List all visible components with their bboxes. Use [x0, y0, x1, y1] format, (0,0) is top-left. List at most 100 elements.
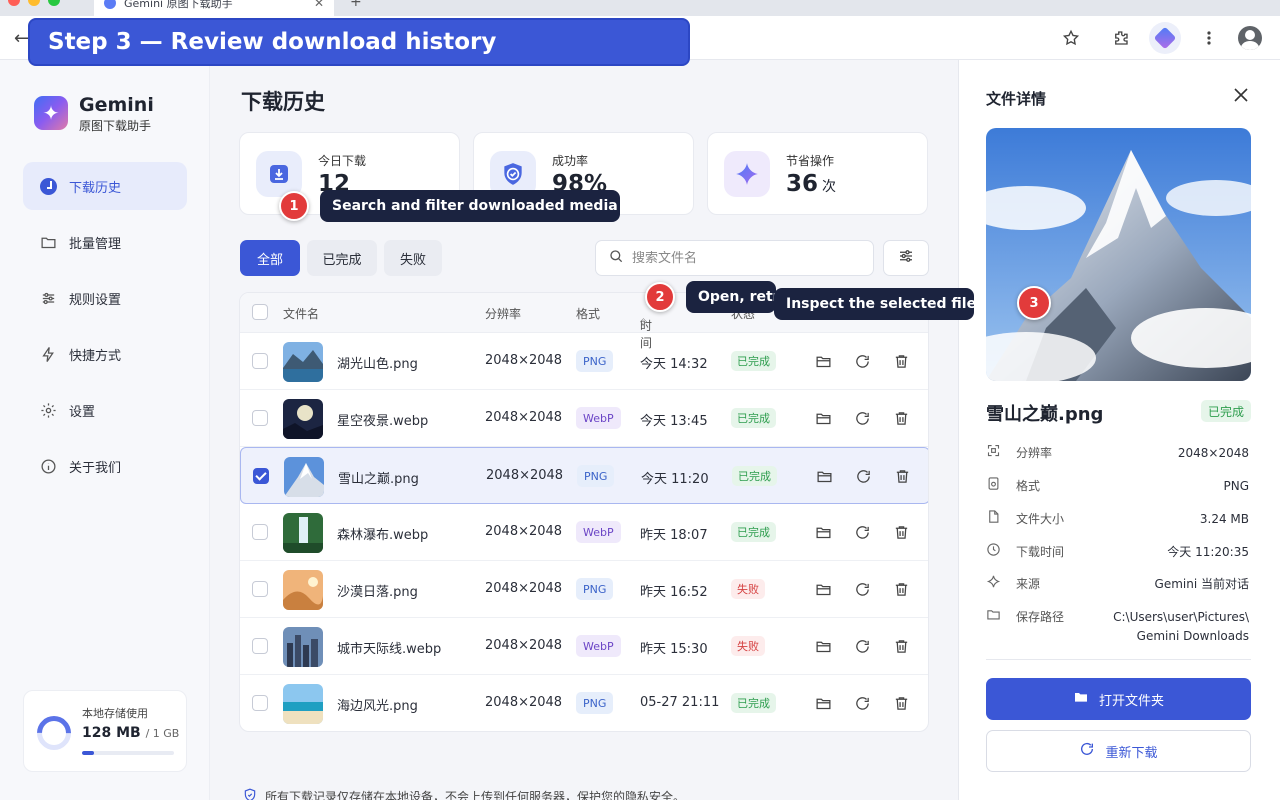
close-icon[interactable]	[1231, 86, 1251, 106]
row-checkbox[interactable]	[252, 353, 268, 369]
open-folder-icon[interactable]	[813, 579, 833, 599]
sidebar-item-download-history[interactable]: 下载历史	[23, 162, 187, 210]
lightning-icon	[39, 345, 57, 363]
status-badge: 已完成	[731, 693, 776, 713]
retry-icon[interactable]	[853, 466, 873, 486]
delete-icon[interactable]	[891, 408, 911, 428]
delete-icon[interactable]	[891, 636, 911, 656]
select-all-checkbox[interactable]	[252, 304, 268, 320]
redownload-button[interactable]: 重新下载	[986, 730, 1251, 772]
table-row[interactable]: 雪山之巅.png 2048×2048 PNG 今天 11:20 已完成	[240, 447, 928, 504]
metadata-label: 来源	[1016, 577, 1041, 591]
file-name[interactable]: 森林瀑布.webp	[337, 524, 428, 543]
browser-tab[interactable]: Gemini 原图下载助手 ✕	[94, 0, 334, 16]
filter-all-button[interactable]: 全部	[240, 240, 300, 276]
back-arrow-icon[interactable]: ←	[14, 28, 29, 49]
sidebar-item-batch-manage[interactable]: 批量管理	[23, 218, 187, 266]
retry-icon[interactable]	[852, 636, 872, 656]
extensions-puzzle-icon[interactable]	[1109, 26, 1133, 50]
table-row[interactable]: 星空夜景.webp 2048×2048 WebP 今天 13:45 已完成	[240, 390, 928, 447]
sidebar-item-label: 下载历史	[69, 180, 122, 196]
delete-icon[interactable]	[891, 351, 911, 371]
browser-menu-icon[interactable]	[1197, 26, 1221, 50]
file-name[interactable]: 湖光山色.png	[337, 353, 418, 372]
metadata-label: 文件大小	[1016, 512, 1065, 526]
file-name[interactable]: 雪山之巅.png	[338, 468, 419, 487]
window-close-dot[interactable]	[8, 0, 20, 6]
filter-failed-button[interactable]: 失败	[384, 240, 442, 276]
window-minimize-dot[interactable]	[28, 0, 40, 6]
open-folder-icon[interactable]	[813, 351, 833, 371]
sidebar-item-about[interactable]: 关于我们	[23, 442, 187, 490]
gemini-extension-icon[interactable]	[1149, 22, 1181, 54]
app-name: Gemini	[79, 94, 154, 116]
sidebar-item-rules[interactable]: 规则设置	[23, 274, 187, 322]
storage-bar-fill	[82, 751, 94, 755]
open-folder-icon[interactable]	[813, 693, 833, 713]
info-icon	[39, 457, 57, 475]
stat-card-saved-actions: 节省操作 36 次	[707, 132, 928, 215]
redownload-label: 重新下载	[1105, 745, 1158, 761]
new-tab-button[interactable]: +	[350, 0, 362, 10]
page-title: 下载历史	[241, 90, 325, 114]
bookmark-star-icon[interactable]	[1059, 26, 1083, 50]
search-input[interactable]	[632, 250, 852, 266]
sort-icon[interactable]: ◇	[640, 317, 647, 327]
retry-icon[interactable]	[852, 693, 872, 713]
metadata-label: 保存路径	[1016, 610, 1065, 624]
format-badge: WebP	[576, 407, 621, 429]
delete-icon[interactable]	[891, 693, 911, 713]
row-checkbox[interactable]	[252, 524, 268, 540]
sidebar-item-settings[interactable]: 设置	[23, 386, 187, 434]
metadata-value[interactable]: C:\Users\user\Pictures\ Gemini Downloads	[1089, 608, 1249, 646]
file-name[interactable]: 海边风光.png	[337, 695, 418, 714]
filter-settings-button[interactable]	[883, 240, 929, 276]
callout-number-1: 1	[279, 191, 309, 221]
table-row[interactable]: 沙漠日落.png 2048×2048 PNG 昨天 16:52 失败	[240, 561, 928, 618]
delete-icon[interactable]	[891, 522, 911, 542]
tab-title: Gemini 原图下载助手	[124, 0, 233, 10]
open-folder-icon[interactable]	[813, 522, 833, 542]
clock-icon	[39, 177, 57, 195]
retry-icon[interactable]	[852, 351, 872, 371]
retry-icon[interactable]	[852, 522, 872, 542]
retry-icon[interactable]	[852, 408, 872, 428]
row-checkbox[interactable]	[253, 468, 269, 484]
filter-completed-button[interactable]: 已完成	[307, 240, 377, 276]
callout-tooltip-2: Open, retry, or delete files	[686, 281, 776, 313]
sidebar-item-label: 批量管理	[69, 236, 122, 252]
app-subtitle: 原图下载助手	[79, 119, 152, 133]
row-checkbox[interactable]	[252, 410, 268, 426]
open-folder-icon[interactable]	[813, 408, 833, 428]
download-time: 昨天 16:52	[640, 585, 708, 600]
table-row[interactable]: 海边风光.png 2048×2048 PNG 05-27 21:11 已完成	[240, 675, 928, 731]
profile-avatar-icon[interactable]	[1238, 26, 1262, 50]
file-name[interactable]: 星空夜景.webp	[337, 410, 428, 429]
callout-number-2: 2	[645, 282, 675, 312]
retry-icon[interactable]	[852, 579, 872, 599]
column-header-name[interactable]: 文件名	[283, 305, 319, 322]
refresh-icon	[1079, 741, 1095, 761]
tab-close-icon[interactable]: ✕	[314, 0, 324, 10]
file-name: 雪山之巅.png	[986, 404, 1104, 425]
open-folder-icon[interactable]	[813, 636, 833, 656]
browser-tabstrip: Gemini 原图下载助手 ✕ +	[0, 0, 1280, 16]
delete-icon[interactable]	[891, 579, 911, 599]
window-zoom-dot[interactable]	[48, 0, 60, 6]
file-name[interactable]: 沙漠日落.png	[337, 581, 418, 600]
row-checkbox[interactable]	[252, 695, 268, 711]
delete-icon[interactable]	[892, 466, 912, 486]
sparkle-icon	[986, 574, 1002, 590]
row-checkbox[interactable]	[252, 581, 268, 597]
sidebar-item-shortcuts[interactable]: 快捷方式	[23, 330, 187, 378]
table-row[interactable]: 森林瀑布.webp 2048×2048 WebP 昨天 18:07 已完成	[240, 504, 928, 561]
table-row[interactable]: 湖光山色.png 2048×2048 PNG 今天 14:32 已完成	[240, 333, 928, 390]
file-name[interactable]: 城市天际线.webp	[337, 638, 441, 657]
open-folder-icon[interactable]	[814, 466, 834, 486]
privacy-note: 所有下载记录仅存储在本地设备，不会上传到任何服务器，保护您的隐私安全。	[243, 788, 685, 800]
open-folder-button[interactable]: 打开文件夹	[986, 678, 1251, 720]
file-resolution: 2048×2048	[485, 695, 563, 710]
row-checkbox[interactable]	[252, 638, 268, 654]
table-row[interactable]: 城市天际线.webp 2048×2048 WebP 昨天 15:30 失败	[240, 618, 928, 675]
open-folder-label: 打开文件夹	[1098, 693, 1164, 709]
